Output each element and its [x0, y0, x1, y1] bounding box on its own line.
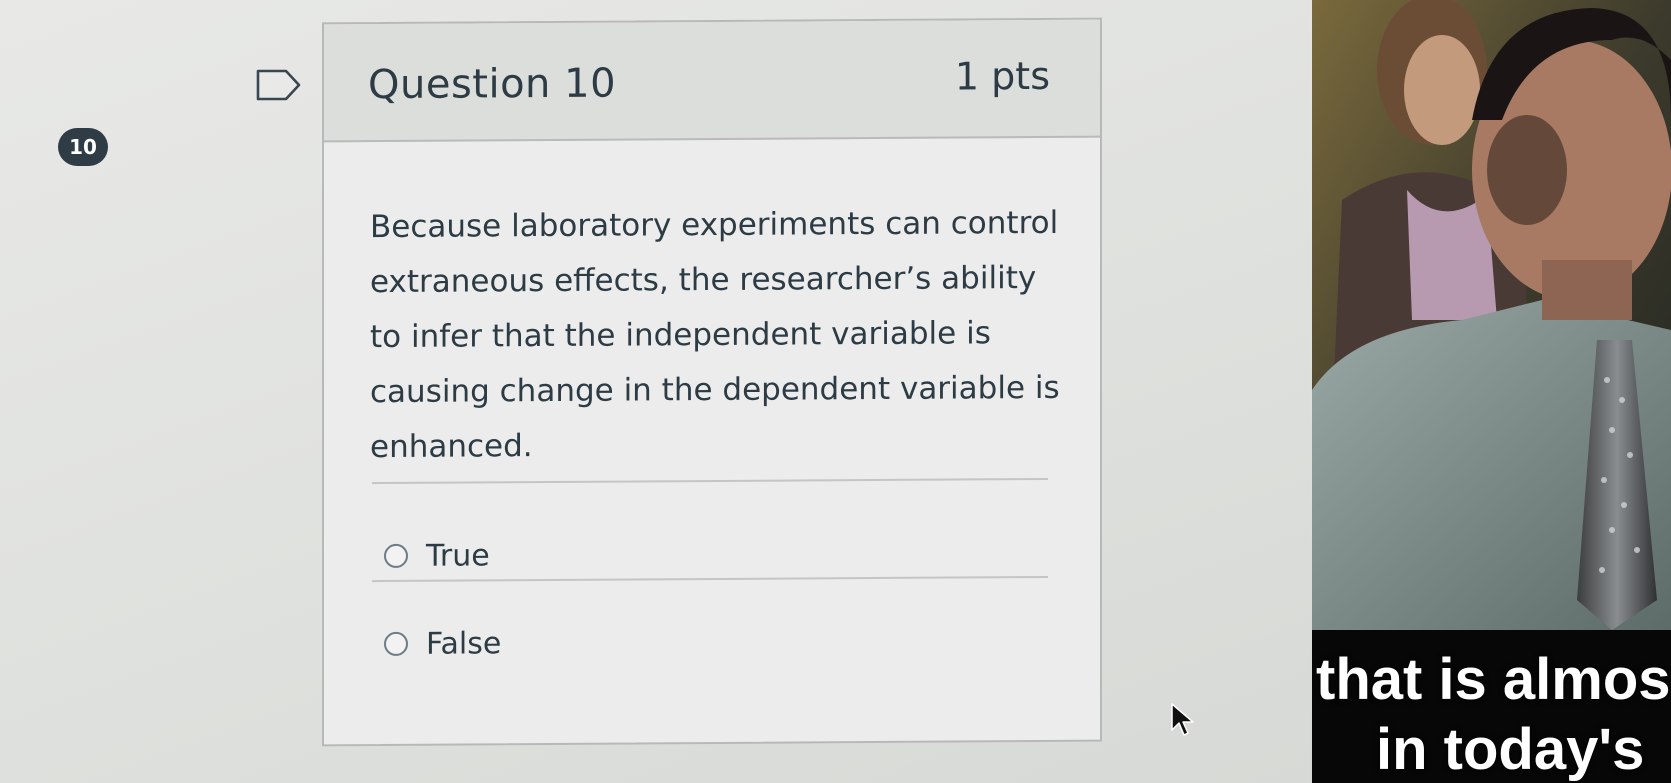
video-caption-line-1: that is almos: [1316, 647, 1671, 712]
question-card: Question 10 1 pts Because laboratory exp…: [322, 17, 1102, 747]
answer-divider: [372, 477, 1048, 485]
question-text: Because laboratory experiments can contr…: [370, 204, 1060, 466]
video-frame: [1312, 0, 1671, 630]
flag-icon[interactable]: [256, 68, 302, 102]
answer-label: False: [426, 625, 502, 662]
question-header: Question 10 1 pts: [324, 19, 1100, 143]
answer-option-true[interactable]: True: [384, 535, 490, 576]
mouse-cursor-icon: [1171, 703, 1194, 736]
answer-label: True: [426, 537, 490, 574]
video-caption-line-2: in today's: [1376, 717, 1645, 782]
radio-icon[interactable]: [384, 631, 408, 657]
question-points: 1 pts: [954, 53, 1050, 99]
answer-divider: [372, 575, 1048, 583]
radio-icon[interactable]: [384, 543, 408, 569]
answer-option-false[interactable]: False: [384, 623, 501, 664]
question-number-badge[interactable]: 10: [58, 128, 108, 166]
video-overlay[interactable]: that is almos in today's: [1312, 0, 1671, 783]
question-title: Question 10: [368, 60, 617, 109]
